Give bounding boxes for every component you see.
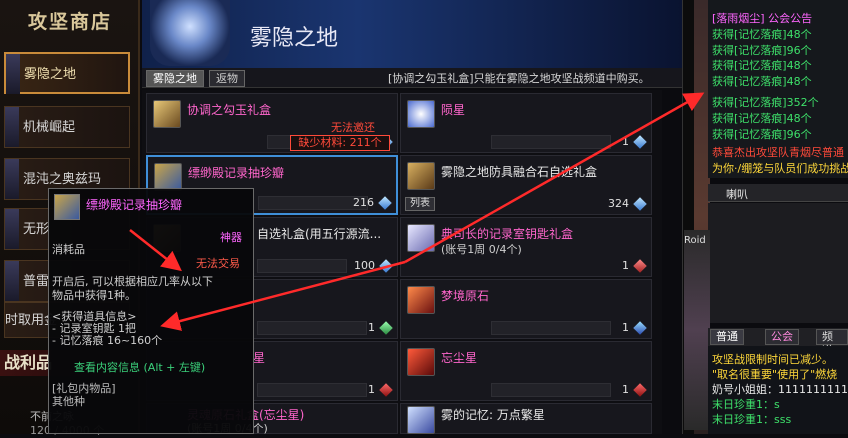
arrow-icon bbox=[160, 260, 406, 331]
arrow-icon bbox=[404, 92, 705, 264]
annotation-overlay bbox=[129, 92, 705, 331]
arrow-icon bbox=[129, 229, 182, 272]
